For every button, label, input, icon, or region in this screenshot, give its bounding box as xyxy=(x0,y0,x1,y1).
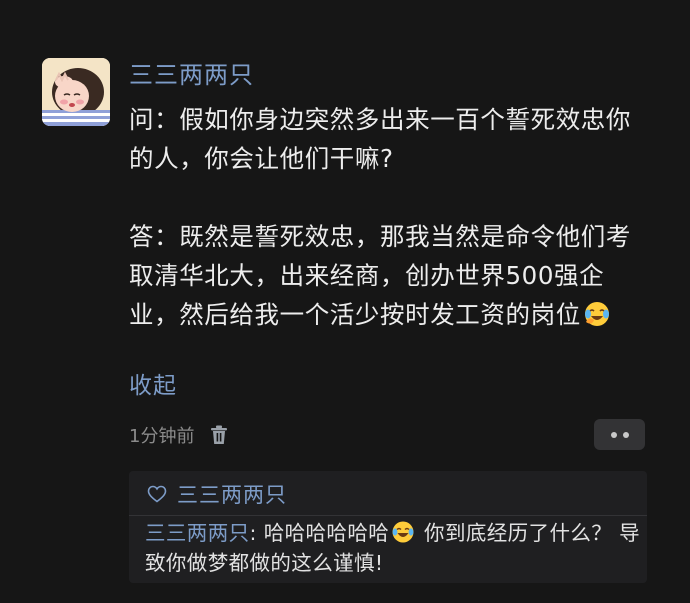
reply-text-before: 哈哈哈哈哈哈 xyxy=(263,521,390,545)
likes-row: 三三两两只 xyxy=(147,479,287,509)
question-text: 问：假如你身边突然多出来一百个誓死效忠你的人，你会让他们干嘛? xyxy=(129,105,631,173)
post-username[interactable]: 三三两两只 xyxy=(129,58,254,92)
reply-divider xyxy=(129,515,647,516)
dot-icon xyxy=(610,431,617,438)
more-options-button[interactable] xyxy=(594,419,645,450)
avatar-illustration xyxy=(42,58,110,126)
post-meta: 1分钟前 xyxy=(129,420,228,450)
dot-icon xyxy=(622,431,629,438)
comment-post: 三三两两只 问：假如你身边突然多出来一百个誓死效忠你的人，你会让他们干嘛? 答：… xyxy=(0,0,690,603)
reply-box: 三三两两只 三三两两只: 哈哈哈哈哈哈 你到底经历了什么？ 导致你做梦都做的这么… xyxy=(129,471,647,583)
laughing-crying-emoji-icon xyxy=(584,302,609,326)
reply-separator: : xyxy=(249,521,264,545)
reply-comment[interactable]: 三三两两只: 哈哈哈哈哈哈 你到底经历了什么？ 导致你做梦都做的这么谨慎! xyxy=(145,518,645,578)
answer-text: 答：既然是誓死效忠，那我当然是命令他们考取清华北大，出来经商，创办世界500强企… xyxy=(129,222,631,329)
tears-of-joy-emoji-icon xyxy=(392,521,414,543)
post-time: 1分钟前 xyxy=(129,426,195,447)
answer-paragraph: 答：既然是誓死效忠，那我当然是命令他们考取清华北大，出来经商，创办世界500强企… xyxy=(129,217,649,334)
user-avatar[interactable] xyxy=(42,58,110,126)
heart-icon[interactable] xyxy=(147,485,167,503)
reply-author[interactable]: 三三两两只 xyxy=(145,521,250,545)
trash-icon[interactable] xyxy=(210,425,228,445)
post-content: 问：假如你身边突然多出来一百个誓死效忠你的人，你会让他们干嘛? 答：既然是誓死效… xyxy=(129,100,649,334)
collapse-link[interactable]: 收起 xyxy=(129,368,177,404)
liker-name[interactable]: 三三两两只 xyxy=(177,479,287,509)
